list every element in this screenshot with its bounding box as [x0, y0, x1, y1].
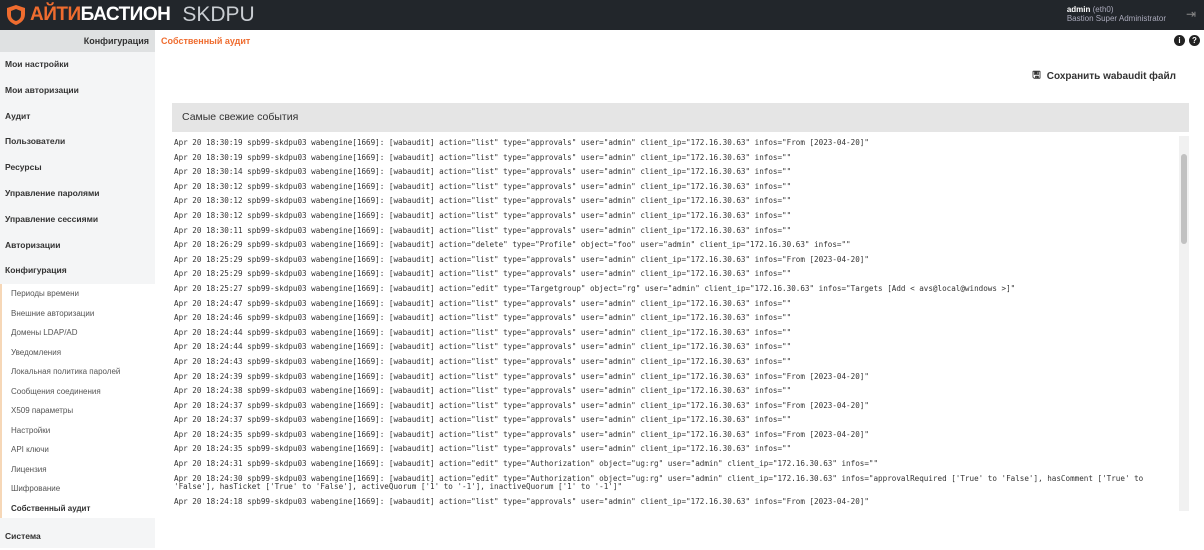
breadcrumb: Конфигурация Собственный аудит i ? [0, 30, 1204, 52]
sidebar-item[interactable]: Ресурсы [0, 155, 155, 181]
top-bar: АЙТИБАСТИОН SKDPU admin (eth0) Bastion S… [0, 0, 1204, 30]
user-role: Bastion Super Administrator [1066, 14, 1166, 23]
sidebar-item[interactable]: Пользователи [0, 129, 155, 155]
audit-log[interactable]: Apr 20 18:30:19 spb99-skdpu03 wabengine[… [172, 136, 1177, 511]
breadcrumb-page: Собственный аудит [161, 36, 251, 46]
log-line: Apr 20 18:26:29 spb99-skdpu03 wabengine[… [174, 240, 851, 250]
log-line: Apr 20 18:24:37 spb99-skdpu03 wabengine[… [174, 400, 869, 410]
log-line: Apr 20 18:30:12 spb99-skdpu03 wabengine[… [174, 196, 792, 206]
save-label: Сохранить wabaudit файл [1046, 71, 1176, 82]
sidebar: Мои настройки Мои авторизации Аудит Пользов… [0, 52, 155, 548]
sidebar-item[interactable]: Мои авторизации [0, 78, 155, 104]
log-line: Apr 20 18:24:35 spb99-skdpu03 wabengine[… [174, 429, 869, 439]
log-line: Apr 20 18:24:38 spb99-skdpu03 wabengine[… [174, 386, 792, 396]
submenu-item[interactable]: X509 параметры [2, 401, 155, 421]
sidebar-item[interactable]: Управление паролями [0, 181, 155, 207]
product-name: SKDPU [182, 3, 255, 26]
submenu-item[interactable]: Шифрование [2, 479, 155, 499]
config-submenu: Периоды времени Внешние авторизации Домены… [0, 284, 155, 519]
events-panel: Самые свежие события Apr 20 18:30:19 spb… [172, 103, 1189, 511]
log-line: Apr 20 18:24:18 spb99-skdpu03 wabengine[… [174, 496, 869, 506]
log-line: Apr 20 18:30:19 spb99-skdpu03 wabengine[… [174, 152, 792, 162]
log-line: Apr 20 18:24:47 spb99-skdpu03 wabengine[… [174, 298, 792, 308]
submenu-item[interactable]: Уведомления [2, 343, 155, 363]
logo[interactable]: АЙТИБАСТИОН SKDPU [6, 3, 255, 27]
log-line: Apr 20 18:24:44 spb99-skdpu03 wabengine[… [174, 327, 792, 337]
interface: (eth0) [1092, 5, 1114, 14]
log-line: Apr 20 18:30:19 spb99-skdpu03 wabengine[… [174, 138, 869, 147]
floppy-disk-icon: 🖫 [1032, 70, 1041, 81]
shield-logo-icon [7, 5, 25, 25]
user-info[interactable]: admin (eth0) Bastion Super Administrator [1067, 5, 1166, 23]
log-line: Apr 20 18:25:29 spb99-skdpu03 wabengine[… [174, 254, 869, 264]
log-line: Apr 20 18:25:27 spb99-skdpu03 wabengine[… [174, 283, 1016, 293]
submenu-item[interactable]: Периоды времени [2, 284, 155, 304]
username: admin [1066, 5, 1091, 14]
log-line: Apr 20 18:30:11 spb99-skdpu03 wabengine[… [174, 225, 792, 235]
scroll-thumb[interactable] [1181, 154, 1187, 244]
sidebar-item[interactable]: Аудит [0, 104, 155, 130]
log-line: Apr 20 18:24:37 spb99-skdpu03 wabengine[… [174, 415, 792, 425]
sidebar-item[interactable]: Авторизации [0, 233, 155, 259]
info-icon[interactable]: i [1174, 35, 1185, 46]
log-line: Apr 20 18:24:43 spb99-skdpu03 wabengine[… [174, 356, 792, 366]
submenu-item[interactable]: Сообщения соединения [2, 382, 155, 402]
logout-icon[interactable]: ⇥ [1186, 7, 1196, 21]
log-line: Apr 20 18:24:44 spb99-skdpu03 wabengine[… [174, 342, 792, 352]
log-line: Apr 20 18:30:14 spb99-skdpu03 wabengine[… [174, 167, 792, 177]
panel-title: Самые свежие события [172, 103, 1189, 132]
submenu-item[interactable]: Домены LDAP/AD [2, 323, 155, 343]
submenu-item[interactable]: Настройки [2, 421, 155, 441]
submenu-item[interactable]: Локальная политика паролей [2, 362, 155, 382]
log-line: Apr 20 18:24:30 spb99-skdpu03 wabengine[… [174, 473, 1148, 492]
log-line: Apr 20 18:30:12 spb99-skdpu03 wabengine[… [174, 210, 792, 220]
help-icon[interactable]: ? [1189, 35, 1200, 46]
log-line: Apr 20 18:24:39 spb99-skdpu03 wabengine[… [174, 371, 869, 381]
save-wabaudit-button[interactable]: 🖫 Сохранить wabaudit файл [1032, 68, 1176, 85]
brand-name: АЙТИБАСТИОН [30, 4, 171, 25]
submenu-item[interactable]: Собственный аудит [2, 499, 155, 519]
log-scrollbar[interactable] [1179, 136, 1189, 511]
sidebar-item[interactable]: Конфигурация [0, 258, 155, 284]
sidebar-item[interactable]: Управление сессиями [0, 207, 155, 233]
sidebar-item[interactable]: Мои настройки [0, 52, 155, 78]
log-line: Apr 20 18:24:31 spb99-skdpu03 wabengine[… [174, 459, 879, 469]
log-line: Apr 20 18:25:29 spb99-skdpu03 wabengine[… [174, 269, 792, 279]
submenu-item[interactable]: Лицензия [2, 460, 155, 480]
log-line: Apr 20 18:30:12 spb99-skdpu03 wabengine[… [174, 181, 792, 191]
sidebar-item-system[interactable]: Система [0, 524, 155, 550]
log-line: Apr 20 18:24:35 spb99-skdpu03 wabengine[… [174, 444, 792, 454]
submenu-item[interactable]: API ключи [2, 440, 155, 460]
breadcrumb-section[interactable]: Конфигурация [0, 30, 155, 52]
log-line: Apr 20 18:24:46 spb99-skdpu03 wabengine[… [174, 313, 792, 323]
submenu-item[interactable]: Внешние авторизации [2, 304, 155, 324]
